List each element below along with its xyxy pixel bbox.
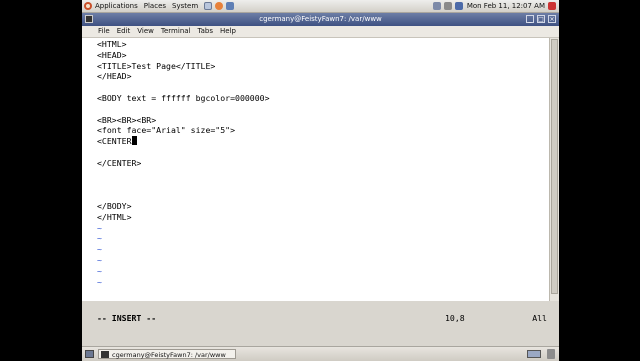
panel-clock[interactable]: Mon Feb 11, 12:07 AM bbox=[467, 0, 545, 12]
menu-terminal[interactable]: Terminal bbox=[161, 26, 191, 37]
terminal-window-icon[interactable] bbox=[85, 15, 93, 23]
scroll-position: All bbox=[532, 313, 547, 323]
window-title: cgermany@FeistyFawn7: /var/www bbox=[259, 15, 382, 23]
gnome-foot-icon[interactable] bbox=[84, 2, 92, 10]
applications-menu[interactable]: Applications bbox=[95, 0, 138, 12]
vim-status-line: -- INSERT -- 10,8 All bbox=[97, 313, 547, 324]
title-bar[interactable]: cgermany@FeistyFawn7: /var/www _ □ × bbox=[82, 13, 559, 26]
code-line: <font face="Arial" size="5"> bbox=[97, 125, 236, 136]
empty-line-tilde: ~ bbox=[97, 265, 102, 276]
workspace-switcher[interactable] bbox=[527, 350, 541, 358]
code-line: <HEAD> bbox=[97, 49, 127, 60]
mode-indicator: -- INSERT -- bbox=[97, 313, 157, 323]
menu-help[interactable]: Help bbox=[220, 26, 236, 37]
code-line-cursor: <CENTER bbox=[97, 136, 270, 147]
top-panel: Applications Places System Mon Feb 11, 1… bbox=[82, 0, 559, 13]
mail-icon[interactable] bbox=[454, 2, 463, 10]
menu-file[interactable]: File bbox=[98, 26, 110, 37]
minimize-icon[interactable]: _ bbox=[526, 15, 534, 23]
code-line: </CENTER> bbox=[97, 157, 142, 168]
taskbar-terminal-label: cgermany@FeistyFawn7: /var/www bbox=[112, 351, 226, 359]
shutdown-icon[interactable] bbox=[548, 2, 556, 10]
terminal-task-icon bbox=[101, 351, 109, 358]
empty-line-tilde: ~ bbox=[97, 244, 102, 255]
code-line: <HTML> bbox=[97, 39, 127, 49]
close-icon[interactable]: × bbox=[548, 15, 556, 23]
empty-line-tilde: ~ bbox=[97, 276, 102, 287]
text-cursor bbox=[131, 136, 137, 146]
help-launcher-icon[interactable] bbox=[204, 2, 213, 10]
menu-view[interactable]: View bbox=[137, 26, 154, 37]
places-menu[interactable]: Places bbox=[144, 0, 166, 12]
cursor-line-text: <CENTER bbox=[97, 136, 132, 147]
code-line: <TITLE>Test Page</TITLE> bbox=[97, 60, 216, 71]
code-line: <BR><BR><BR> bbox=[97, 114, 157, 125]
evolution-launcher-icon[interactable] bbox=[226, 2, 235, 10]
panel-tray: Mon Feb 11, 12:07 AM bbox=[430, 0, 559, 12]
show-desktop-icon[interactable] bbox=[85, 350, 94, 358]
scrollbar-thumb[interactable] bbox=[551, 39, 558, 294]
code-line: </HEAD> bbox=[97, 71, 132, 82]
panel-menu: Applications Places System bbox=[82, 0, 237, 12]
code-line: </BODY> bbox=[97, 200, 132, 211]
vim-buffer[interactable]: <HTML> <HEAD> <TITLE>Test Page</TITLE> </HE… bbox=[97, 39, 270, 287]
network-icon[interactable] bbox=[432, 2, 441, 10]
code-line: <BODY text = ffffff bgcolor=000000> bbox=[97, 92, 270, 103]
terminal-scrollbar[interactable] bbox=[549, 38, 559, 301]
terminal-text-area[interactable]: <HTML> <HEAD> <TITLE>Test Page</TITLE> </HE… bbox=[82, 38, 550, 323]
menu-tabs[interactable]: Tabs bbox=[198, 26, 214, 37]
empty-line-tilde: ~ bbox=[97, 233, 102, 244]
taskbar-terminal-button[interactable]: cgermany@FeistyFawn7: /var/www bbox=[98, 349, 236, 359]
terminal-window: cgermany@FeistyFawn7: /var/www _ □ × Fil… bbox=[82, 13, 559, 323]
bottom-panel: cgermany@FeistyFawn7: /var/www bbox=[82, 346, 559, 361]
window-controls: _ □ × bbox=[523, 15, 556, 23]
firefox-launcher-icon[interactable] bbox=[215, 2, 224, 10]
empty-line-tilde: ~ bbox=[97, 222, 102, 233]
empty-line-tilde: ~ bbox=[97, 254, 102, 265]
volume-icon[interactable] bbox=[443, 2, 452, 10]
maximize-icon[interactable]: □ bbox=[537, 15, 545, 23]
system-menu[interactable]: System bbox=[172, 0, 198, 12]
trash-icon[interactable] bbox=[547, 349, 555, 359]
menu-edit[interactable]: Edit bbox=[117, 26, 131, 37]
cursor-position: 10,8 bbox=[445, 313, 465, 323]
code-line: </HTML> bbox=[97, 211, 132, 222]
desktop: Applications Places System Mon Feb 11, 1… bbox=[82, 0, 559, 360]
terminal-menu-bar: File Edit View Terminal Tabs Help bbox=[82, 26, 559, 38]
